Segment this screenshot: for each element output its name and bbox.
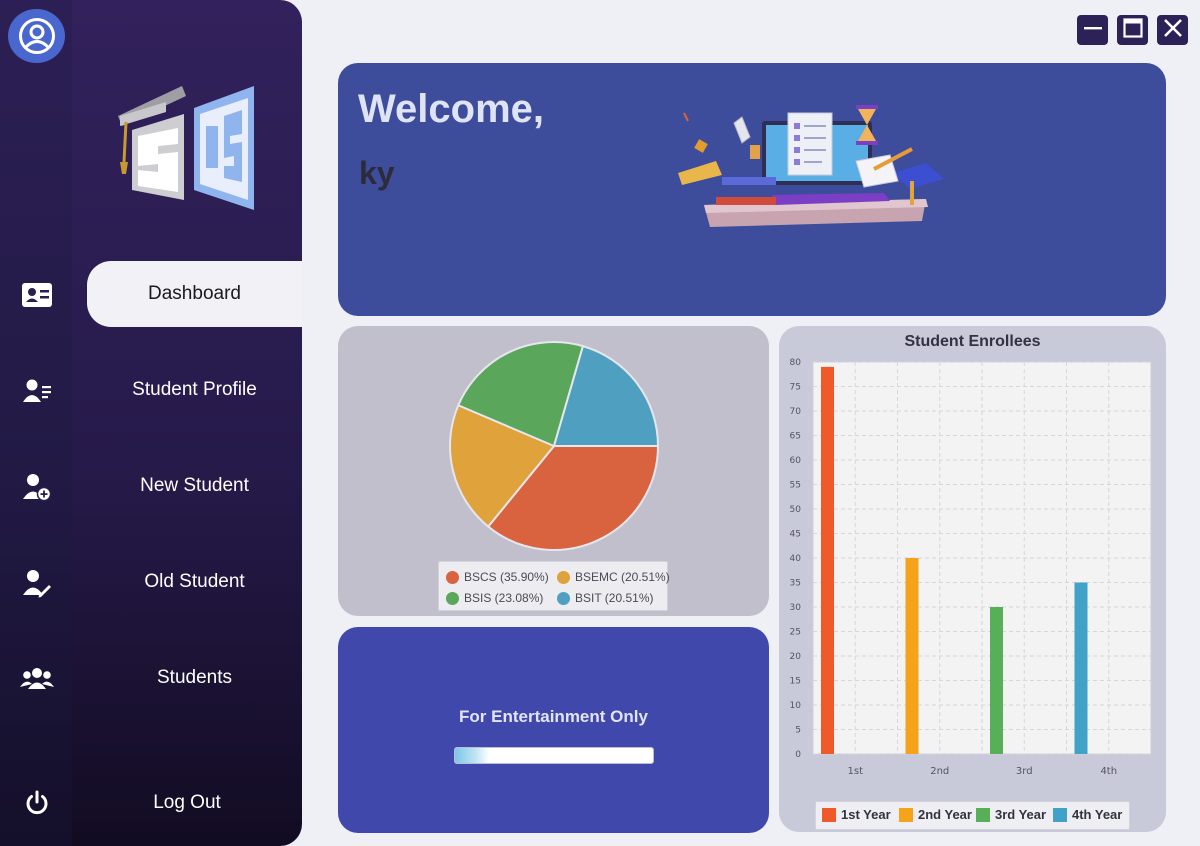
pie-legend-item-bsemc: BSEMC (20.51%) bbox=[557, 570, 670, 584]
legend-marker bbox=[822, 807, 836, 822]
sidebar-nav: Dashboard Student Profile New Student Ol… bbox=[72, 0, 302, 846]
legend-label: BSIS (23.08%) bbox=[464, 591, 544, 605]
legend-label: BSEMC (20.51%) bbox=[575, 570, 670, 584]
close-icon bbox=[1162, 17, 1184, 43]
icon-rail bbox=[0, 0, 72, 846]
legend-marker bbox=[446, 570, 459, 584]
maximize-icon bbox=[1122, 17, 1144, 43]
bar-legend-item-3rd-year: 3rd Year bbox=[976, 807, 1046, 822]
legend-marker bbox=[976, 807, 990, 822]
user-avatar-icon[interactable] bbox=[8, 9, 65, 63]
entertainment-card: For Entertainment Only bbox=[338, 627, 769, 833]
bar-legend-item-1st-year: 1st Year bbox=[822, 807, 891, 822]
y-tick-label: 5 bbox=[795, 726, 801, 736]
y-tick-label: 25 bbox=[790, 628, 801, 638]
legend-label: 4th Year bbox=[1072, 807, 1123, 822]
legend-label: 1st Year bbox=[841, 807, 891, 822]
bar-legend: 1st Year 2nd Year 3rd Year 4th Year bbox=[815, 801, 1130, 830]
nav-item-label: Dashboard bbox=[148, 283, 241, 304]
sis-logo bbox=[114, 82, 264, 222]
y-tick-label: 0 bbox=[795, 750, 801, 760]
maximize-button[interactable] bbox=[1117, 15, 1148, 45]
y-tick-label: 60 bbox=[790, 456, 802, 466]
bar-legend-item-2nd-year: 2nd Year bbox=[899, 807, 972, 822]
nav-item-label: Students bbox=[157, 667, 232, 688]
minimize-icon bbox=[1082, 17, 1104, 43]
nav-item-dashboard[interactable]: Dashboard bbox=[87, 261, 302, 327]
legend-marker bbox=[446, 591, 459, 605]
legend-label: 2nd Year bbox=[918, 807, 972, 822]
entertainment-title: For Entertainment Only bbox=[459, 707, 648, 726]
progress-fill bbox=[455, 748, 489, 763]
student-enrollees-card: Student Enrollees 0 5 10 15 20 25 30 35 40 45 50 55… bbox=[779, 326, 1166, 832]
nav-item-label: Student Profile bbox=[132, 379, 257, 400]
pie-legend-item-bsit: BSIT (20.51%) bbox=[557, 591, 653, 605]
x-tick-label: 2nd bbox=[930, 766, 949, 777]
app-window: Dashboard Student Profile New Student Ol… bbox=[0, 0, 1200, 846]
legend-marker bbox=[557, 591, 570, 605]
bar-legend-item-4th-year: 4th Year bbox=[1053, 807, 1122, 822]
close-button[interactable] bbox=[1157, 15, 1188, 45]
dashboard-id-card-icon[interactable] bbox=[20, 278, 54, 312]
x-tick-label: 1st bbox=[848, 766, 864, 777]
x-tick-label: 3rd bbox=[1016, 766, 1033, 777]
y-tick-label: 10 bbox=[790, 701, 802, 711]
entertainment-progress-bar[interactable] bbox=[454, 747, 654, 764]
group-users-icon[interactable] bbox=[20, 662, 54, 696]
nav-item-student-profile[interactable]: Student Profile bbox=[87, 357, 302, 423]
x-tick-label: 4th bbox=[1100, 766, 1117, 777]
student-profile-icon[interactable] bbox=[20, 374, 54, 408]
bar-3rd-year[interactable] bbox=[990, 607, 1003, 754]
pie-legend: BSCS (35.90%) BSEMC (20.51%) BSIS (23.08… bbox=[438, 561, 670, 611]
legend-label: BSIT (20.51%) bbox=[575, 591, 654, 605]
y-tick-label: 55 bbox=[790, 481, 801, 491]
y-tick-label: 20 bbox=[790, 652, 802, 662]
bar-chart: 0 5 10 15 20 25 30 35 40 45 50 55 60 65 70 75 80 1st 2nd 3r… bbox=[790, 358, 1152, 777]
bar-2nd-year[interactable] bbox=[905, 558, 919, 754]
y-tick-label: 50 bbox=[790, 505, 802, 515]
power-icon[interactable] bbox=[20, 786, 54, 820]
pie-legend-item-bsis: BSIS (23.08%) bbox=[446, 591, 543, 605]
pie-chart bbox=[449, 341, 660, 551]
legend-marker bbox=[899, 807, 913, 822]
nav-item-students[interactable]: Students bbox=[87, 645, 302, 711]
nav-item-label: Log Out bbox=[153, 792, 221, 813]
add-user-icon[interactable] bbox=[20, 470, 54, 504]
legend-marker bbox=[1053, 807, 1067, 822]
minimize-button[interactable] bbox=[1077, 15, 1108, 45]
y-tick-label: 40 bbox=[790, 554, 802, 564]
y-tick-label: 70 bbox=[790, 407, 802, 417]
y-tick-label: 35 bbox=[790, 579, 801, 589]
legend-label: BSCS (35.90%) bbox=[464, 570, 549, 584]
nav-item-old-student[interactable]: Old Student bbox=[87, 549, 302, 615]
y-tick-label: 45 bbox=[790, 530, 801, 540]
nav-item-log-out[interactable]: Log Out bbox=[72, 770, 302, 836]
y-tick-label: 75 bbox=[790, 383, 801, 393]
nav-item-label: New Student bbox=[140, 475, 249, 496]
bar-1st-year[interactable] bbox=[821, 366, 834, 754]
y-tick-label: 80 bbox=[790, 358, 802, 368]
y-tick-label: 65 bbox=[790, 432, 801, 442]
welcome-username: ky bbox=[359, 155, 395, 191]
edit-user-icon[interactable] bbox=[20, 566, 54, 600]
welcome-title: Welcome, bbox=[358, 87, 544, 131]
welcome-card: Welcome, ky bbox=[338, 63, 1166, 316]
computer-education-illustration bbox=[676, 103, 951, 233]
y-tick-label: 15 bbox=[790, 677, 801, 687]
nav-item-new-student[interactable]: New Student bbox=[87, 453, 302, 519]
bar-4th-year[interactable] bbox=[1074, 582, 1088, 755]
pie-legend-item-bscs: BSCS (35.90%) bbox=[446, 570, 549, 584]
nav-item-label: Old Student bbox=[144, 571, 245, 592]
legend-label: 3rd Year bbox=[995, 807, 1047, 822]
y-tick-label: 30 bbox=[790, 603, 802, 613]
program-distribution-card: BSCS (35.90%) BSEMC (20.51%) BSIS (23.08… bbox=[338, 326, 769, 616]
legend-marker bbox=[557, 570, 570, 584]
